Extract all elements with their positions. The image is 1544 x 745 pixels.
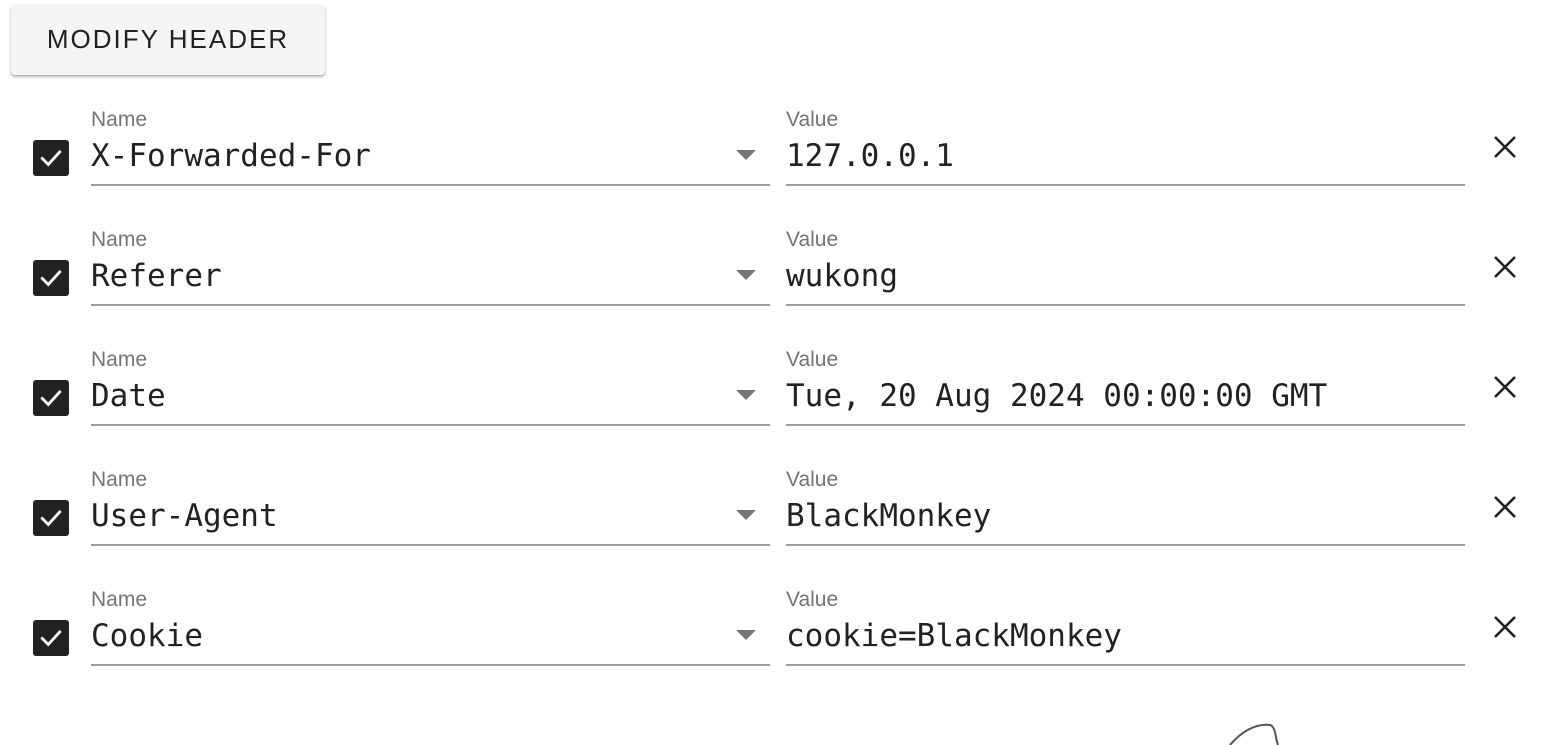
name-field-underline xyxy=(91,424,770,426)
header-value-input[interactable]: cookie=BlackMonkey xyxy=(786,614,1456,658)
remove-header-button[interactable] xyxy=(1488,250,1522,284)
header-name-input[interactable]: Cookie xyxy=(91,614,711,658)
remove-header-button[interactable] xyxy=(1488,490,1522,524)
checkmark-icon xyxy=(40,150,62,167)
modify-header-button[interactable]: MODIFY HEADER xyxy=(11,4,325,75)
name-field-label: Name xyxy=(91,108,148,131)
checkmark-icon xyxy=(40,270,62,287)
checkmark-icon xyxy=(40,390,62,407)
header-value-input[interactable]: Tue, 20 Aug 2024 00:00:00 GMT xyxy=(786,374,1456,418)
checkmark-icon xyxy=(40,630,62,647)
header-name-input[interactable]: X-Forwarded-For xyxy=(91,134,711,178)
value-field-underline xyxy=(786,544,1465,546)
checkmark-icon xyxy=(40,510,62,527)
header-value-input[interactable]: 127.0.0.1 xyxy=(786,134,1456,178)
header-enabled-checkbox[interactable] xyxy=(33,260,69,296)
remove-header-button[interactable] xyxy=(1488,370,1522,404)
header-name-input[interactable]: User-Agent xyxy=(91,494,711,538)
header-enabled-checkbox[interactable] xyxy=(33,380,69,416)
name-field-underline xyxy=(91,304,770,306)
close-icon xyxy=(1494,136,1516,158)
value-field-label: Value xyxy=(786,348,839,371)
name-field-underline xyxy=(91,544,770,546)
dropdown-arrow-icon[interactable] xyxy=(736,390,756,400)
watermark-sketch-icon xyxy=(1229,723,1279,745)
header-value-input[interactable]: wukong xyxy=(786,254,1456,298)
value-field-label: Value xyxy=(786,468,839,491)
name-field-label: Name xyxy=(91,468,148,491)
remove-header-button[interactable] xyxy=(1488,610,1522,644)
header-enabled-checkbox[interactable] xyxy=(33,620,69,656)
header-row: Name User-Agent Value BlackMonkey xyxy=(0,460,1544,580)
value-field-underline xyxy=(786,304,1465,306)
dropdown-arrow-icon[interactable] xyxy=(736,630,756,640)
remove-header-button[interactable] xyxy=(1488,130,1522,164)
value-field-underline xyxy=(786,664,1465,666)
dropdown-arrow-icon[interactable] xyxy=(736,510,756,520)
name-field-label: Name xyxy=(91,348,148,371)
header-enabled-checkbox[interactable] xyxy=(33,500,69,536)
dropdown-arrow-icon[interactable] xyxy=(736,270,756,280)
value-field-label: Value xyxy=(786,588,839,611)
name-field-underline xyxy=(91,184,770,186)
name-field-label: Name xyxy=(91,588,148,611)
value-field-underline xyxy=(786,184,1465,186)
name-field-label: Name xyxy=(91,228,148,251)
header-value-input[interactable]: BlackMonkey xyxy=(786,494,1456,538)
header-enabled-checkbox[interactable] xyxy=(33,140,69,176)
header-row: Name Referer Value wukong xyxy=(0,220,1544,340)
close-icon xyxy=(1494,496,1516,518)
header-row: Name Date Value Tue, 20 Aug 2024 00:00:0… xyxy=(0,340,1544,460)
value-field-underline xyxy=(786,424,1465,426)
name-field-underline xyxy=(91,664,770,666)
dropdown-arrow-icon[interactable] xyxy=(736,150,756,160)
close-icon xyxy=(1494,256,1516,278)
value-field-label: Value xyxy=(786,108,839,131)
header-name-input[interactable]: Date xyxy=(91,374,711,418)
close-icon xyxy=(1494,616,1516,638)
value-field-label: Value xyxy=(786,228,839,251)
header-row: Name Cookie Value cookie=BlackMonkey xyxy=(0,580,1544,700)
header-row: Name X-Forwarded-For Value 127.0.0.1 xyxy=(0,100,1544,220)
header-name-input[interactable]: Referer xyxy=(91,254,711,298)
close-icon xyxy=(1494,376,1516,398)
